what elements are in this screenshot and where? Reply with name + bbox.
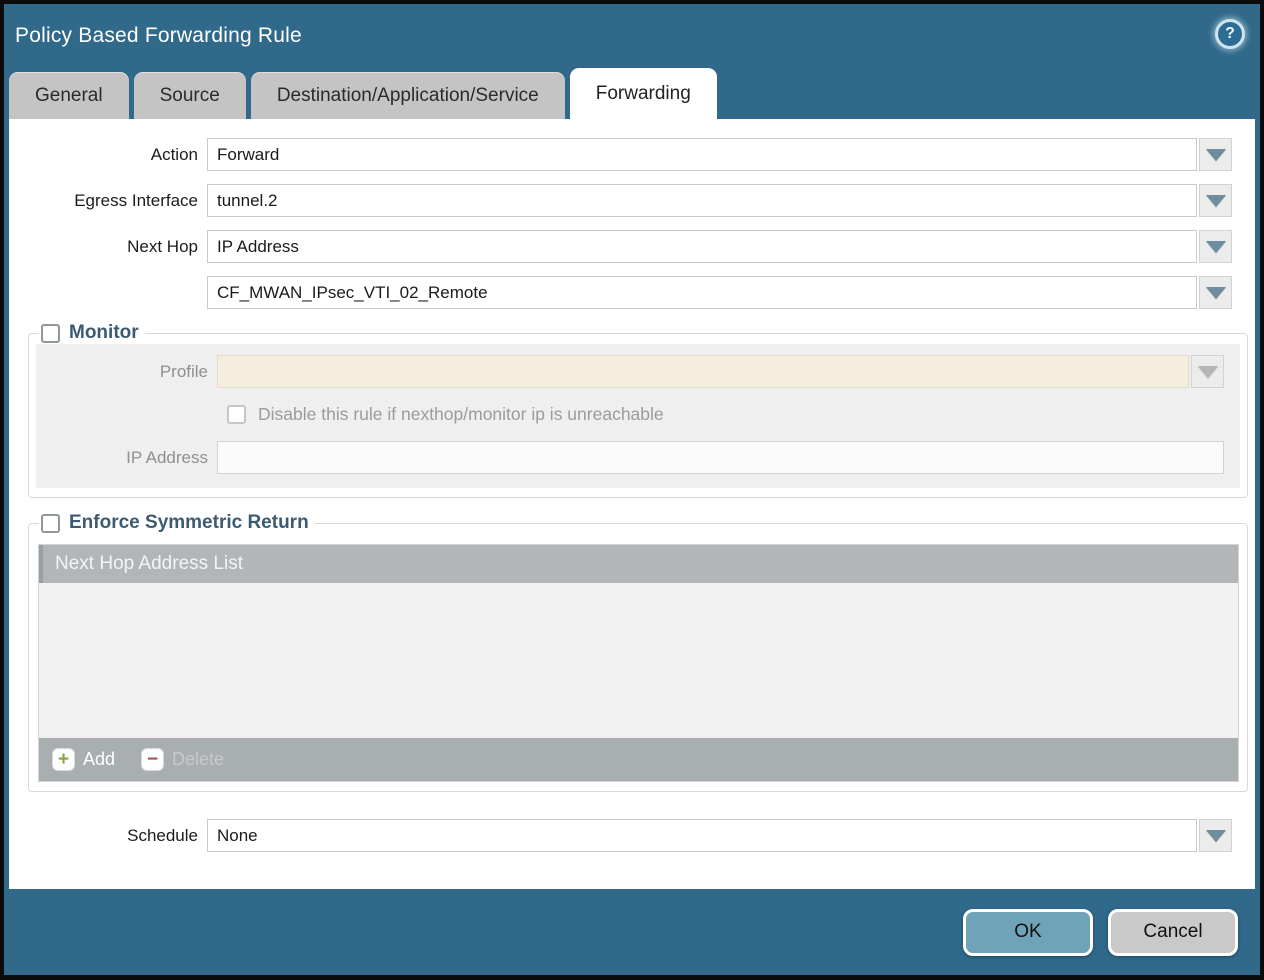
next-hop-address-input[interactable] [207, 276, 1197, 309]
disable-rule-label: Disable this rule if nexthop/monitor ip … [258, 404, 664, 425]
chevron-down-icon [1206, 241, 1226, 253]
next-hop-address-list-body [39, 583, 1238, 738]
monitor-legend-label: Monitor [69, 322, 139, 344]
tab-destination-application-service[interactable]: Destination/Application/Service [251, 72, 565, 119]
action-dropdown-button[interactable] [1199, 138, 1232, 171]
monitor-group: Monitor Profile Disable this rule if nex… [28, 322, 1248, 498]
monitor-ip-input [217, 441, 1224, 474]
next-hop-dropdown-button[interactable] [1199, 230, 1232, 263]
symmetric-return-legend: Enforce Symmetric Return [39, 512, 315, 534]
action-row: Action [9, 138, 1255, 171]
action-input[interactable] [207, 138, 1197, 171]
policy-based-forwarding-dialog: Policy Based Forwarding Rule ? General S… [4, 4, 1260, 975]
symmetric-return-checkbox[interactable] [41, 514, 60, 533]
cancel-button[interactable]: Cancel [1108, 909, 1238, 956]
profile-dropdown-button [1191, 355, 1224, 388]
add-button[interactable]: + Add [52, 748, 115, 771]
next-hop-type-input[interactable] [207, 230, 1197, 263]
next-hop-row: Next Hop [9, 230, 1255, 263]
tab-general[interactable]: General [9, 72, 129, 119]
egress-interface-input[interactable] [207, 184, 1197, 217]
profile-label: Profile [36, 362, 217, 382]
action-label: Action [17, 145, 207, 165]
dialog-footer: OK Cancel [4, 889, 1260, 975]
monitor-group-body: Profile Disable this rule if nexthop/mon… [36, 344, 1240, 488]
egress-interface-label: Egress Interface [17, 191, 207, 211]
next-hop-address-row [9, 276, 1255, 309]
delete-button: − Delete [141, 748, 224, 771]
tabstrip: General Source Destination/Application/S… [4, 68, 1260, 119]
disable-rule-row: Disable this rule if nexthop/monitor ip … [227, 404, 1240, 425]
next-hop-address-list-toolbar: + Add − Delete [39, 738, 1238, 781]
forwarding-tab-panel: Action Egress Interface Next Hop [9, 119, 1255, 889]
schedule-dropdown-button[interactable] [1199, 819, 1232, 852]
next-hop-address-list-header: Next Hop Address List [39, 545, 1238, 583]
monitor-checkbox[interactable] [41, 324, 60, 343]
titlebar: Policy Based Forwarding Rule ? [4, 4, 1260, 68]
help-icon[interactable]: ? [1215, 19, 1245, 49]
tab-forwarding[interactable]: Forwarding [570, 68, 717, 119]
next-hop-label: Next Hop [17, 237, 207, 257]
egress-interface-row: Egress Interface [9, 184, 1255, 217]
ok-button[interactable]: OK [963, 909, 1093, 956]
chevron-down-icon [1198, 366, 1218, 378]
schedule-input[interactable] [207, 819, 1197, 852]
monitor-legend: Monitor [39, 322, 145, 344]
next-hop-address-table: Next Hop Address List + Add − Delete [38, 544, 1239, 782]
schedule-row: Schedule [9, 819, 1255, 852]
chevron-down-icon [1206, 830, 1226, 842]
monitor-ip-row: IP Address [36, 441, 1240, 474]
add-button-label: Add [83, 749, 115, 770]
delete-button-label: Delete [172, 749, 224, 770]
egress-interface-dropdown-button[interactable] [1199, 184, 1232, 217]
chevron-down-icon [1206, 149, 1226, 161]
tab-source[interactable]: Source [134, 72, 246, 119]
symmetric-return-group: Enforce Symmetric Return Next Hop Addres… [28, 512, 1248, 792]
minus-icon: − [141, 748, 164, 771]
next-hop-address-dropdown-button[interactable] [1199, 276, 1232, 309]
dialog-title: Policy Based Forwarding Rule [15, 24, 302, 48]
profile-input [217, 355, 1189, 388]
chevron-down-icon [1206, 287, 1226, 299]
plus-icon: + [52, 748, 75, 771]
symmetric-return-legend-label: Enforce Symmetric Return [69, 512, 309, 534]
disable-rule-checkbox [227, 405, 246, 424]
chevron-down-icon [1206, 195, 1226, 207]
schedule-label: Schedule [17, 826, 207, 846]
monitor-profile-row: Profile [36, 355, 1240, 388]
monitor-ip-label: IP Address [36, 448, 217, 468]
help-glyph: ? [1225, 25, 1235, 43]
